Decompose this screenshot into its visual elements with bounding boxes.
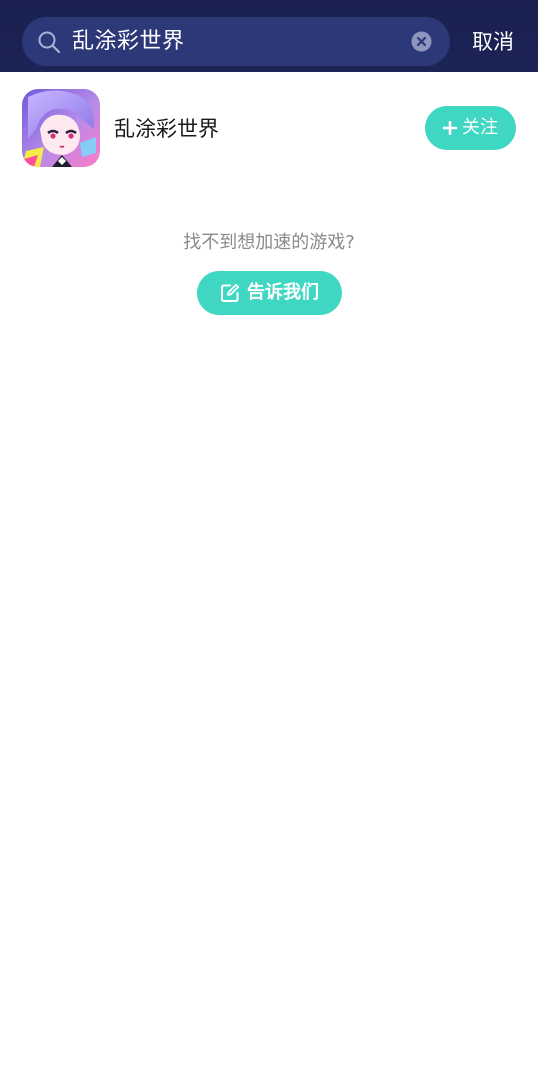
game-icon[interactable] — [22, 89, 100, 167]
follow-button[interactable]: 关注 — [425, 106, 516, 150]
tell-us-button[interactable]: 告诉我们 — [197, 271, 342, 315]
search-query-text[interactable]: 乱涂彩世界 — [72, 28, 185, 56]
game-name[interactable]: 乱涂彩世界 — [114, 115, 219, 143]
edit-icon — [221, 283, 240, 302]
clear-icon[interactable] — [411, 31, 432, 52]
search-input[interactable]: 乱涂彩世界 — [22, 17, 450, 66]
game-result-item[interactable]: 乱涂彩世界 关注 — [0, 72, 538, 184]
search-icon — [38, 31, 61, 54]
follow-button-label: 关注 — [462, 117, 498, 138]
plus-icon — [443, 121, 457, 135]
top-bar: 乱涂彩世界 取消 — [0, 0, 538, 72]
cancel-button[interactable]: 取消 — [472, 28, 514, 56]
tell-us-button-label: 告诉我们 — [247, 282, 319, 303]
not-found-hint: 找不到想加速的游戏? — [183, 232, 355, 253]
